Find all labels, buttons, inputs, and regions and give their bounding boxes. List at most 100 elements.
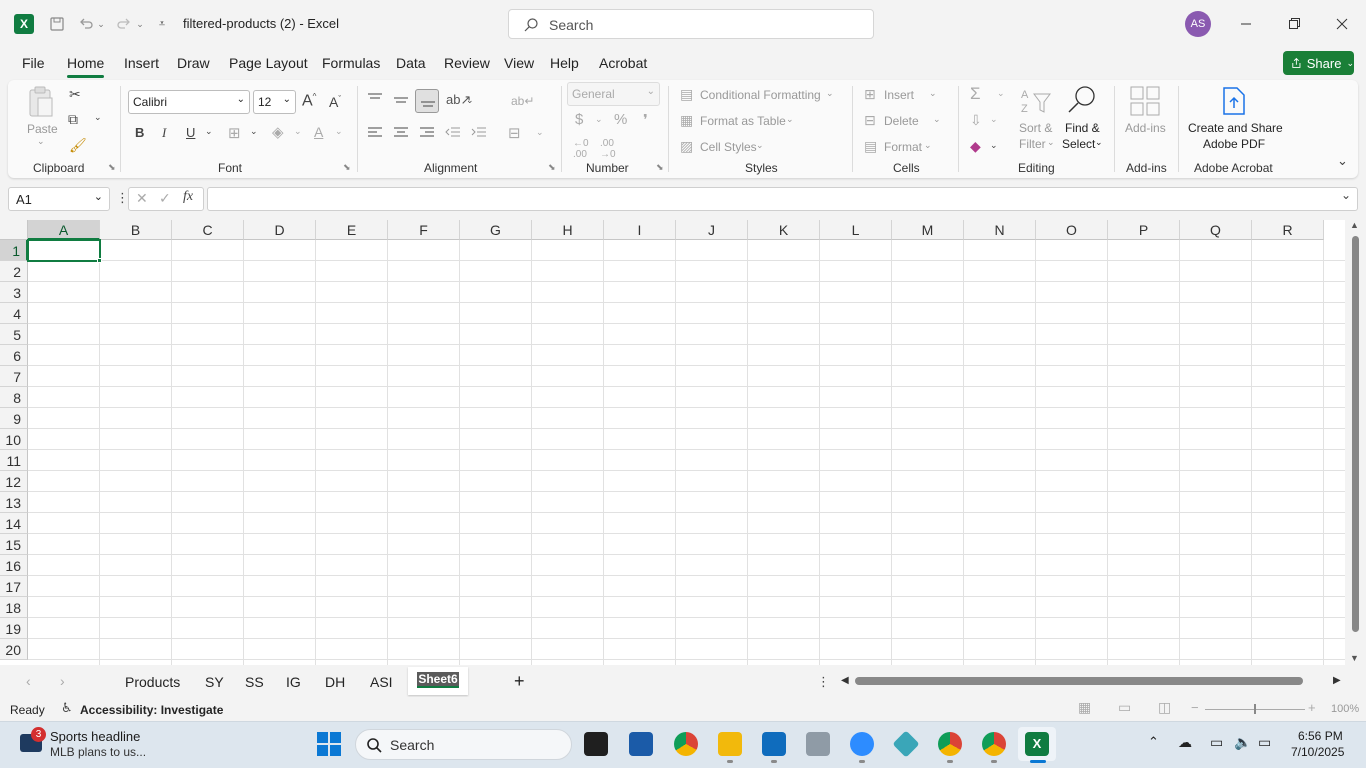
create-share-pdf-label-2[interactable]: Adobe PDF xyxy=(1203,137,1265,151)
row-header[interactable]: 1 xyxy=(0,240,28,261)
create-share-pdf-label[interactable]: Create and Share xyxy=(1188,121,1283,135)
font-color-icon[interactable]: A xyxy=(314,124,323,140)
chevron-down-icon[interactable]: ⌄ xyxy=(1095,137,1103,148)
delete-cells-icon[interactable]: ⊟ xyxy=(864,112,876,129)
tab-file[interactable]: File xyxy=(22,55,45,71)
row-header[interactable]: 14 xyxy=(0,513,28,534)
conditional-formatting-button[interactable]: Conditional Formatting xyxy=(700,88,821,102)
insert-cells-button[interactable]: Insert xyxy=(884,88,914,102)
insert-cells-icon[interactable]: ⊞ xyxy=(864,86,876,103)
restore-icon[interactable] xyxy=(1284,14,1304,34)
column-header[interactable]: O xyxy=(1036,220,1108,240)
column-header[interactable]: K xyxy=(748,220,820,240)
select-all-corner[interactable] xyxy=(0,220,28,240)
cell-styles-icon[interactable]: ▨ xyxy=(680,138,693,155)
row-header[interactable]: 2 xyxy=(0,261,28,282)
column-header[interactable]: R xyxy=(1252,220,1324,240)
sheet-tab-ig[interactable]: IG xyxy=(286,674,301,690)
normal-view-icon[interactable]: ▦ xyxy=(1078,699,1091,716)
bold-button[interactable]: B xyxy=(135,125,144,140)
format-as-table-icon[interactable]: ▦ xyxy=(680,112,693,129)
sort-filter-label-2[interactable]: Filter xyxy=(1019,137,1046,151)
column-header[interactable]: L xyxy=(820,220,892,240)
wrap-text-icon[interactable]: ab↵ xyxy=(511,94,534,108)
borders-dropdown-icon[interactable]: ⌄ xyxy=(250,126,258,137)
chevron-down-icon[interactable]: ⌄ xyxy=(826,88,834,99)
column-header[interactable]: H xyxy=(532,220,604,240)
redo-dropdown-icon[interactable]: ⌄ xyxy=(135,16,145,32)
add-sheet-button[interactable]: + xyxy=(514,671,525,692)
find-select-label[interactable]: Find & xyxy=(1065,121,1100,135)
chrome-profile-icon[interactable] xyxy=(938,732,962,756)
column-header[interactable]: C xyxy=(172,220,244,240)
font-name-select[interactable]: Calibri ⌄ xyxy=(128,90,250,114)
align-middle-icon[interactable] xyxy=(393,94,409,108)
tab-help[interactable]: Help xyxy=(550,55,579,71)
paste-label[interactable]: Paste xyxy=(27,122,58,136)
customize-toolbar-icon[interactable]: ⩡ xyxy=(155,15,169,33)
delete-cells-button[interactable]: Delete xyxy=(884,114,919,128)
add-ins-button[interactable]: Add-ins xyxy=(1125,121,1166,135)
comma-style-icon[interactable]: ❜ xyxy=(643,111,648,129)
align-bottom-button[interactable] xyxy=(415,89,439,113)
format-cells-icon[interactable]: ▤ xyxy=(864,138,877,155)
copy-dropdown-icon[interactable]: ⌄ xyxy=(94,112,102,123)
sheet-tab-products[interactable]: Products xyxy=(125,674,180,690)
fill-handle[interactable] xyxy=(97,258,102,263)
row-header[interactable]: 6 xyxy=(0,345,28,366)
insert-function-icon[interactable]: fx xyxy=(183,189,193,205)
decrease-font-icon[interactable]: Aˇ xyxy=(329,94,341,110)
horizontal-scroll-thumb[interactable] xyxy=(855,677,1303,685)
dialog-launcher-icon[interactable]: ⬊ xyxy=(548,162,556,173)
row-header[interactable]: 10 xyxy=(0,429,28,450)
chevron-down-icon[interactable]: ⌄ xyxy=(924,140,932,151)
font-color-dropdown-icon[interactable]: ⌄ xyxy=(335,126,343,137)
sort-filter-icon[interactable]: AZ xyxy=(1020,86,1052,116)
prev-sheet-icon[interactable]: ‹ xyxy=(26,673,31,689)
undo-icon[interactable] xyxy=(76,14,96,34)
next-sheet-icon[interactable]: › xyxy=(60,673,65,689)
align-left-icon[interactable] xyxy=(367,126,383,140)
accessibility-icon[interactable]: ♿ xyxy=(61,700,73,716)
merge-dropdown-icon[interactable]: ⌄ xyxy=(536,127,544,138)
expand-formula-bar-icon[interactable]: ⌄ xyxy=(1341,188,1351,202)
tab-acrobat[interactable]: Acrobat xyxy=(599,55,647,71)
fill-dropdown-icon[interactable]: ⌄ xyxy=(990,114,998,125)
redo-icon[interactable] xyxy=(114,14,134,34)
column-header[interactable]: B xyxy=(100,220,172,240)
chevron-down-icon[interactable]: ⌄ xyxy=(786,114,794,125)
increase-decimal-icon[interactable]: ←0.00 xyxy=(573,138,589,160)
zoom-app-icon[interactable] xyxy=(850,732,874,756)
dialog-launcher-icon[interactable]: ⬊ xyxy=(656,162,664,173)
row-header[interactable]: 11 xyxy=(0,450,28,471)
row-header[interactable]: 8 xyxy=(0,387,28,408)
underline-dropdown-icon[interactable]: ⌄ xyxy=(205,126,213,137)
row-header[interactable]: 3 xyxy=(0,282,28,303)
scroll-left-icon[interactable]: ◀ xyxy=(841,675,849,686)
sheet-tab-ss[interactable]: SS xyxy=(245,674,264,690)
chevron-down-icon[interactable]: ⌄ xyxy=(1047,137,1055,148)
battery-icon[interactable]: ▭ xyxy=(1258,734,1271,751)
find-select-label-2[interactable]: Select xyxy=(1062,137,1095,151)
tab-insert[interactable]: Insert xyxy=(124,55,159,71)
row-header[interactable]: 15 xyxy=(0,534,28,555)
row-header[interactable]: 5 xyxy=(0,324,28,345)
enter-icon[interactable]: ✓ xyxy=(159,190,171,207)
close-icon[interactable] xyxy=(1332,14,1352,34)
zoom-level[interactable]: 100% xyxy=(1331,703,1359,715)
chevron-up-icon[interactable]: ⌃ xyxy=(1148,734,1159,750)
store-app-icon[interactable] xyxy=(629,732,653,756)
collapse-ribbon-icon[interactable]: ⌄ xyxy=(1337,153,1348,169)
active-cell[interactable] xyxy=(27,239,101,262)
file-explorer-icon[interactable] xyxy=(718,732,742,756)
sheet-tab-asi[interactable]: ASI xyxy=(370,674,393,690)
orientation-dropdown-icon[interactable]: ⌄ xyxy=(466,95,474,106)
avatar[interactable]: AS xyxy=(1185,11,1211,37)
column-header[interactable]: A xyxy=(28,220,100,240)
cell-grid[interactable] xyxy=(28,240,1345,665)
chevron-down-icon[interactable]: ⌄ xyxy=(929,88,937,99)
search-input[interactable]: Search xyxy=(508,9,874,39)
clock-date[interactable]: 7/10/2025 xyxy=(1291,745,1344,759)
scroll-right-icon[interactable]: ▶ xyxy=(1333,675,1341,686)
undo-dropdown-icon[interactable]: ⌄ xyxy=(96,16,106,32)
